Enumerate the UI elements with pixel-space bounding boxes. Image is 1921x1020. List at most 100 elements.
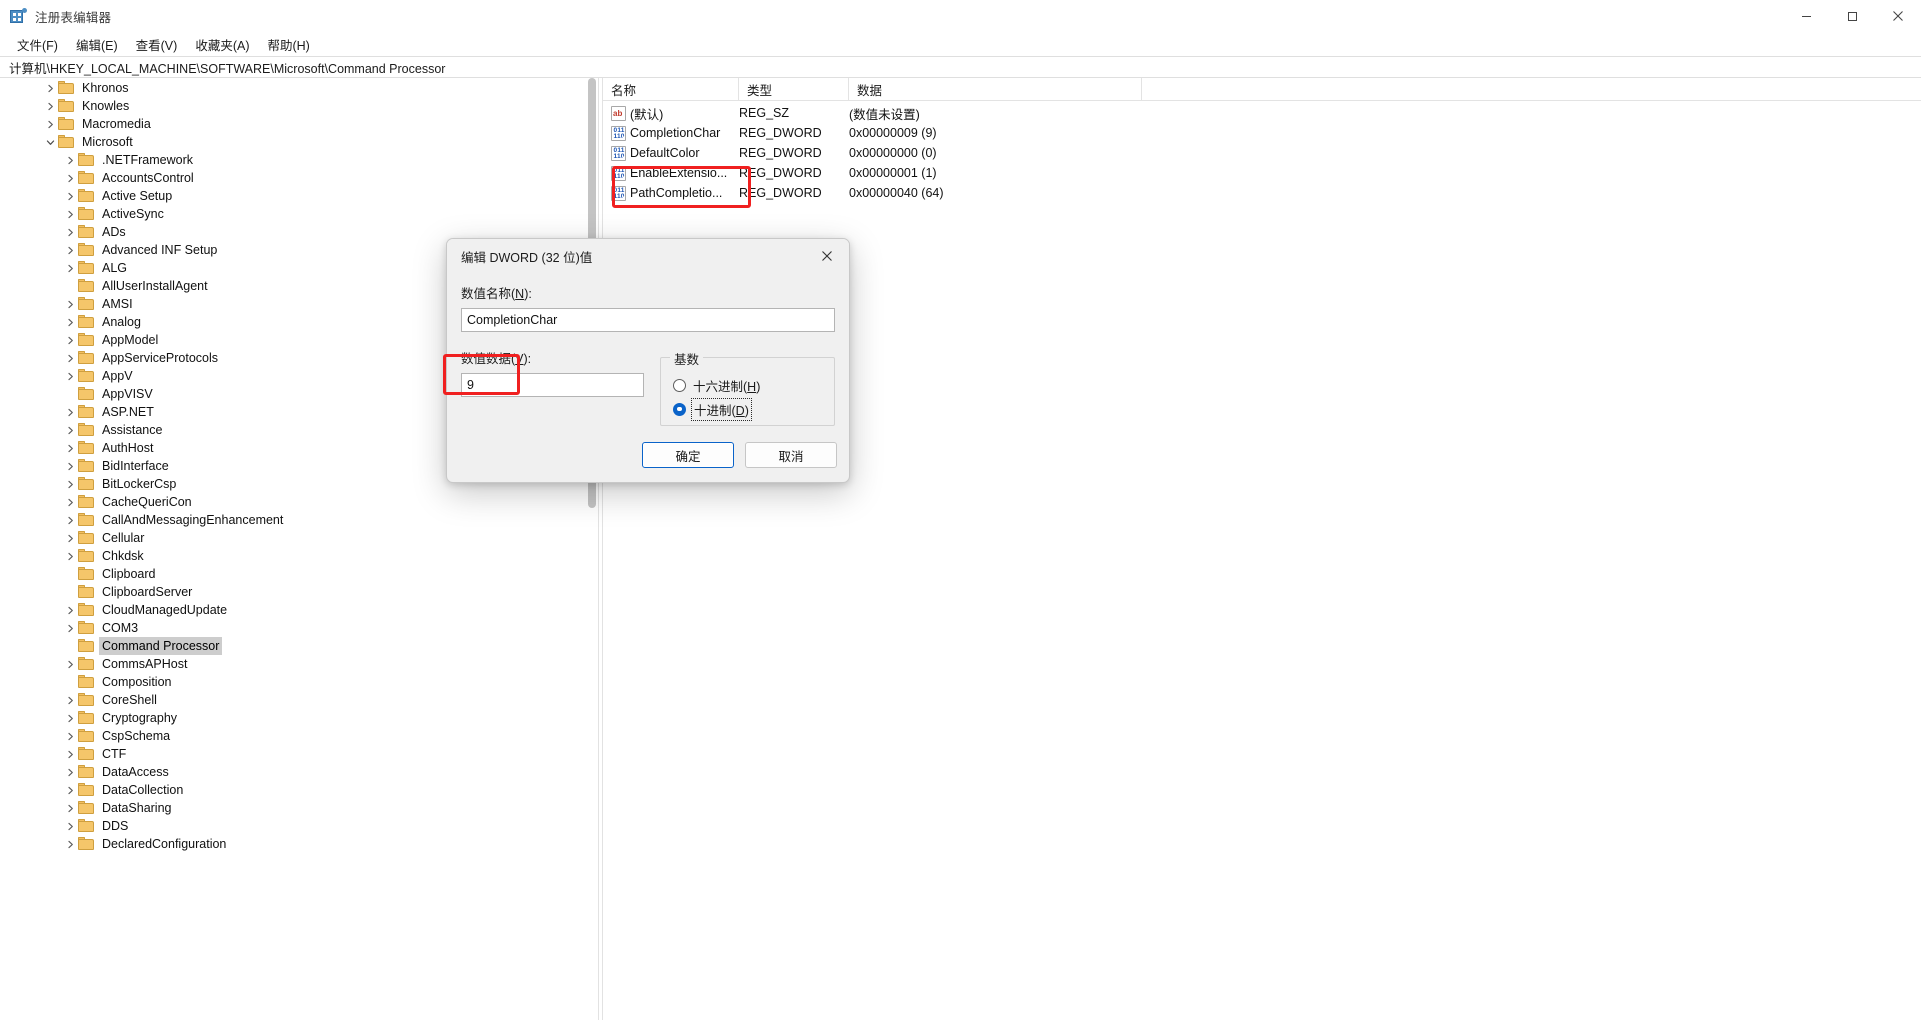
- tree-expander-placeholder: [62, 566, 78, 582]
- tree-item-activesync[interactable]: ActiveSync: [0, 205, 598, 223]
- chevron-down-icon[interactable]: [42, 134, 58, 150]
- tree-item-accountscontrol[interactable]: AccountsControl: [0, 169, 598, 187]
- radio-decimal-indicator[interactable]: [673, 402, 686, 416]
- chevron-right-icon[interactable]: [62, 818, 78, 834]
- chevron-right-icon[interactable]: [62, 530, 78, 546]
- chevron-right-icon[interactable]: [62, 332, 78, 348]
- chevron-right-icon[interactable]: [62, 350, 78, 366]
- tree-item-cellular[interactable]: Cellular: [0, 529, 598, 547]
- menu-file[interactable]: 文件(F): [8, 33, 67, 56]
- folder-icon: [78, 783, 95, 797]
- tree-item-knowles[interactable]: Knowles: [0, 97, 598, 115]
- tree-item-composition[interactable]: Composition: [0, 673, 598, 691]
- table-row[interactable]: 011 110 PathCompletio... REG_DWORD 0x0000004…: [603, 183, 1921, 203]
- cell-name: 011 110 CompletionChar: [603, 125, 739, 141]
- tree-item-cryptography[interactable]: Cryptography: [0, 709, 598, 727]
- tree-item-coreshell[interactable]: CoreShell: [0, 691, 598, 709]
- chevron-right-icon[interactable]: [62, 440, 78, 456]
- dword-value-icon: 011 110: [611, 145, 626, 161]
- tree-item-datacollection[interactable]: DataCollection: [0, 781, 598, 799]
- chevron-right-icon[interactable]: [42, 116, 58, 132]
- chevron-right-icon[interactable]: [62, 260, 78, 276]
- tree-item-callandmessagingenhancement[interactable]: CallAndMessagingEnhancement: [0, 511, 598, 529]
- chevron-right-icon[interactable]: [62, 512, 78, 528]
- chevron-right-icon[interactable]: [62, 836, 78, 852]
- tree-item-ctf[interactable]: CTF: [0, 745, 598, 763]
- tree-item-clipboardserver[interactable]: ClipboardServer: [0, 583, 598, 601]
- column-header-data[interactable]: 数据: [849, 78, 1142, 100]
- chevron-right-icon[interactable]: [62, 206, 78, 222]
- ok-button[interactable]: 确定: [642, 442, 734, 468]
- tree-item-com3[interactable]: COM3: [0, 619, 598, 637]
- tree-item-command-processor[interactable]: Command Processor: [0, 637, 598, 655]
- chevron-right-icon[interactable]: [62, 602, 78, 618]
- tree-item-label: CacheQueriCon: [102, 495, 192, 509]
- chevron-right-icon[interactable]: [62, 188, 78, 204]
- tree-item-commsaphost[interactable]: CommsAPHost: [0, 655, 598, 673]
- minimize-icon[interactable]: [1783, 0, 1829, 32]
- chevron-right-icon[interactable]: [62, 476, 78, 492]
- chevron-right-icon[interactable]: [62, 728, 78, 744]
- chevron-right-icon[interactable]: [62, 296, 78, 312]
- chevron-right-icon[interactable]: [42, 98, 58, 114]
- close-icon[interactable]: [1875, 0, 1921, 32]
- table-row[interactable]: 011 110 CompletionChar REG_DWORD 0x00000009 …: [603, 123, 1921, 143]
- chevron-right-icon[interactable]: [62, 458, 78, 474]
- chevron-right-icon[interactable]: [62, 170, 78, 186]
- tree-vertical-scrollbar[interactable]: [586, 78, 598, 1020]
- chevron-right-icon[interactable]: [62, 224, 78, 240]
- chevron-right-icon[interactable]: [62, 692, 78, 708]
- tree-item-clipboard[interactable]: Clipboard: [0, 565, 598, 583]
- folder-icon: [58, 81, 75, 95]
- menu-help[interactable]: 帮助(H): [258, 33, 318, 56]
- cancel-button[interactable]: 取消: [745, 442, 837, 468]
- tree-item-netframework[interactable]: .NETFramework: [0, 151, 598, 169]
- table-row[interactable]: 011 110 DefaultColor REG_DWORD 0x00000000 (0…: [603, 143, 1921, 163]
- tree-item-cachequericon[interactable]: CacheQueriCon: [0, 493, 598, 511]
- chevron-right-icon[interactable]: [62, 746, 78, 762]
- menu-view[interactable]: 查看(V): [127, 33, 187, 56]
- chevron-right-icon[interactable]: [62, 422, 78, 438]
- chevron-right-icon[interactable]: [62, 404, 78, 420]
- chevron-right-icon[interactable]: [62, 764, 78, 780]
- tree-item-declaredconfiguration[interactable]: DeclaredConfiguration: [0, 835, 598, 853]
- chevron-right-icon[interactable]: [62, 548, 78, 564]
- column-header-type[interactable]: 类型: [739, 78, 849, 100]
- tree-item-cspschema[interactable]: CspSchema: [0, 727, 598, 745]
- column-header-name[interactable]: 名称: [603, 78, 739, 100]
- chevron-right-icon[interactable]: [62, 782, 78, 798]
- table-row[interactable]: ab (默认) REG_SZ (数值未设置): [603, 103, 1921, 123]
- tree-item-active-setup[interactable]: Active Setup: [0, 187, 598, 205]
- dialog-body: 数值名称(N): 数值数据(V): 基数 十: [447, 273, 849, 426]
- radio-decimal[interactable]: 十进制(D): [673, 397, 822, 421]
- radio-hexadecimal[interactable]: 十六进制(H): [673, 374, 822, 396]
- chevron-right-icon[interactable]: [62, 494, 78, 510]
- chevron-right-icon[interactable]: [62, 656, 78, 672]
- tree-item-datasharing[interactable]: DataSharing: [0, 799, 598, 817]
- maximize-icon[interactable]: [1829, 0, 1875, 32]
- value-data-input[interactable]: [461, 373, 644, 397]
- tree-item-cloudmanagedupdate[interactable]: CloudManagedUpdate: [0, 601, 598, 619]
- dialog-close-icon[interactable]: [805, 239, 849, 273]
- address-bar[interactable]: 计算机\HKEY_LOCAL_MACHINE\SOFTWARE\Microsof…: [0, 56, 1921, 78]
- chevron-right-icon[interactable]: [62, 620, 78, 636]
- chevron-right-icon[interactable]: [62, 314, 78, 330]
- tree-item-dds[interactable]: DDS: [0, 817, 598, 835]
- menu-favorites[interactable]: 收藏夹(A): [186, 33, 258, 56]
- menu-edit[interactable]: 编辑(E): [67, 33, 127, 56]
- value-name-input[interactable]: [461, 308, 835, 332]
- chevron-right-icon[interactable]: [42, 80, 58, 96]
- chevron-right-icon[interactable]: [62, 368, 78, 384]
- chevron-right-icon[interactable]: [62, 152, 78, 168]
- tree-item-macromedia[interactable]: Macromedia: [0, 115, 598, 133]
- tree-item-microsoft[interactable]: Microsoft: [0, 133, 598, 151]
- chevron-right-icon[interactable]: [62, 800, 78, 816]
- table-row[interactable]: 011 110 EnableExtensio... REG_DWORD 0x000000…: [603, 163, 1921, 183]
- tree-item-dataaccess[interactable]: DataAccess: [0, 763, 598, 781]
- chevron-right-icon[interactable]: [62, 710, 78, 726]
- tree-item-khronos[interactable]: Khronos: [0, 79, 598, 97]
- radio-hexadecimal-indicator[interactable]: [673, 378, 686, 392]
- folder-icon: [78, 513, 95, 527]
- tree-item-chkdsk[interactable]: Chkdsk: [0, 547, 598, 565]
- chevron-right-icon[interactable]: [62, 242, 78, 258]
